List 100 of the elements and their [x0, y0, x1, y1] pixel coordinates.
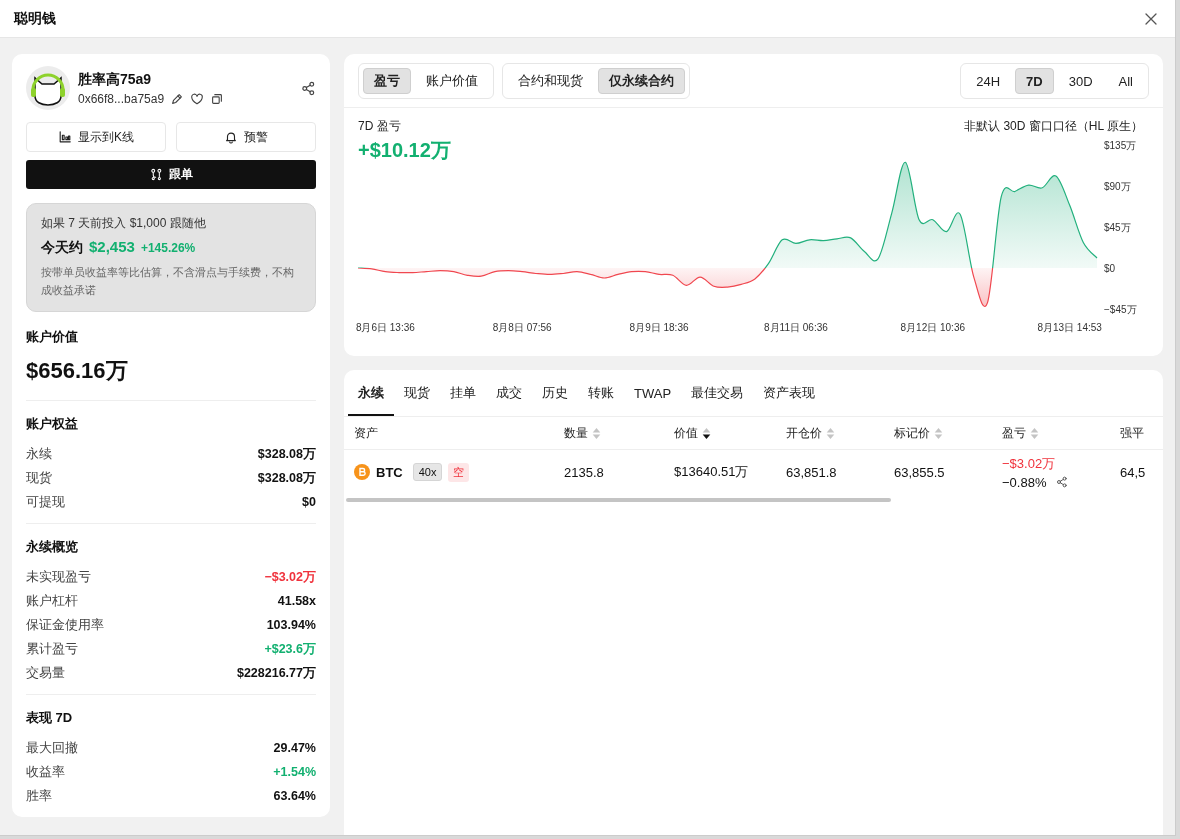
stat-label: 永续	[26, 446, 52, 463]
action-button[interactable]: 预警	[176, 122, 316, 152]
column-header: 数量	[564, 424, 588, 442]
share-button[interactable]	[301, 80, 316, 96]
today-label: 今天约	[41, 239, 83, 257]
column-header: 价值	[674, 424, 698, 442]
table-cell: 63,855.5	[894, 464, 945, 480]
coin-icon	[354, 464, 370, 480]
table-cell: 63,851.8	[786, 464, 837, 480]
y-axis-label: −$45万	[1104, 304, 1137, 315]
return-change: +145.26%	[140, 241, 196, 255]
stat-value: 41.58x	[277, 593, 316, 610]
bell-icon	[224, 130, 238, 144]
positions-tab[interactable]: 资产表现	[753, 370, 826, 416]
window-title: 聪明钱	[14, 9, 56, 28]
segment-tab[interactable]: 盈亏	[363, 68, 411, 94]
favorite-button[interactable]	[190, 91, 205, 106]
chart-title: 7D 盈亏	[358, 118, 401, 135]
y-axis-label: $135万	[1104, 140, 1137, 151]
today-value: $2,453	[89, 238, 135, 255]
stat-value: $328.08万	[257, 470, 316, 487]
segment-tab[interactable]: 30D	[1057, 68, 1104, 94]
stat-label: 胜率	[26, 788, 52, 805]
stat-label: 保证金使用率	[26, 617, 104, 634]
column-header: 开仓价	[786, 424, 822, 442]
side-tag: 空	[448, 462, 470, 482]
scrollbar-thumb[interactable]	[346, 498, 891, 502]
positions-tab[interactable]: TWAP	[624, 370, 682, 416]
total-pnl: +$10.12万	[358, 138, 451, 163]
sort-icon[interactable]	[702, 426, 711, 440]
table-cell: $13640.51万	[674, 463, 749, 481]
stat-value: 29.47%	[273, 740, 316, 757]
positions-tab[interactable]: 历史	[532, 370, 578, 416]
stat-label: 现货	[26, 470, 52, 487]
positions-tab[interactable]: 转账	[578, 370, 624, 416]
section-title: 永续概览	[26, 538, 79, 556]
y-axis-label: $0	[1104, 263, 1116, 274]
positions-tab[interactable]: 最佳交易	[681, 370, 754, 416]
table-cell: 2135.8	[564, 464, 604, 480]
segment-tab[interactable]: 24H	[965, 68, 1012, 94]
copy-icon	[210, 91, 225, 106]
positions-tab[interactable]: 挂单	[440, 370, 486, 416]
asset-name: BTC	[376, 464, 403, 480]
x-axis-label: 8月9日 18:36	[629, 322, 689, 333]
stat-label: 交易量	[26, 665, 65, 682]
stat-label: 可提现	[26, 494, 65, 511]
segment-tab[interactable]: All	[1107, 68, 1144, 94]
x-axis-label: 8月8日 07:56	[492, 322, 552, 333]
table-cell: 64,5	[1120, 464, 1146, 480]
pnl-percent: −0.88%	[1002, 474, 1047, 490]
x-axis-label: 8月13日 14:53	[1037, 322, 1102, 333]
section-title: 账户价值	[26, 328, 79, 346]
pnl-value: −$3.02万	[1002, 454, 1056, 473]
x-axis-label: 8月11日 06:36	[764, 322, 828, 333]
account-value: $656.16万	[26, 356, 316, 401]
stat-label: 收益率	[26, 764, 65, 781]
positions-tab[interactable]: 现货	[394, 370, 440, 416]
segment-tab[interactable]: 7D	[1015, 68, 1054, 94]
heart-icon	[190, 91, 205, 106]
positions-tab[interactable]: 成交	[486, 370, 532, 416]
avatar-icon	[26, 66, 70, 110]
stat-value: $228216.77万	[236, 665, 316, 682]
stat-value: +1.54%	[273, 764, 316, 781]
bar-chart-icon	[58, 130, 72, 144]
section-title: 账户权益	[26, 415, 79, 433]
column-header: 盈亏	[1002, 424, 1026, 442]
wallet-address: 0x66f8...ba75a9	[78, 91, 165, 106]
stat-label: 最大回撤	[26, 740, 78, 757]
column-header: 标记价	[894, 424, 930, 442]
leverage-tag: 40x	[412, 463, 443, 481]
segment-tab[interactable]: 合约和现货	[507, 68, 594, 94]
trader-name: 胜率高75a9	[78, 70, 153, 89]
share-button[interactable]	[1056, 476, 1069, 488]
segment-tab[interactable]: 仅永续合约	[598, 68, 685, 94]
section-title: 表现 7D	[26, 709, 74, 727]
action-button[interactable]: 显示到K线	[26, 122, 166, 152]
stat-label: 未实现盈亏	[26, 569, 91, 586]
x-axis-label: 8月6日 13:36	[355, 322, 415, 333]
stat-label: 账户杠杆	[26, 593, 78, 610]
disclaimer-text: 按带单员收益率等比估算，不含滑点与手续费，不构成收益承诺	[41, 265, 295, 298]
copy-button[interactable]	[210, 91, 225, 106]
positions-tab[interactable]: 永续	[348, 370, 394, 416]
stat-label: 累计盈亏	[26, 641, 78, 658]
segment-tab[interactable]: 账户价值	[415, 68, 489, 94]
pen-icon	[170, 91, 185, 106]
y-axis-label: $90万	[1104, 181, 1131, 192]
column-header: 强平	[1120, 424, 1144, 442]
simulation-intro: 如果 7 天前投入 $1,000 跟随他	[41, 215, 207, 232]
stat-value: +$23.6万	[264, 641, 316, 658]
stat-value: $0	[302, 494, 316, 511]
column-header: 资产	[354, 424, 378, 442]
stat-value: 103.94%	[266, 617, 316, 634]
edit-button[interactable]	[170, 91, 185, 106]
stat-value: 63.64%	[273, 788, 316, 805]
stat-value: $328.08万	[257, 446, 316, 463]
stat-value: −$3.02万	[264, 569, 316, 586]
share-icon	[1056, 476, 1069, 488]
x-axis-label: 8月12日 10:36	[900, 322, 966, 333]
y-axis-label: $45万	[1104, 222, 1131, 233]
share-icon	[301, 80, 316, 96]
